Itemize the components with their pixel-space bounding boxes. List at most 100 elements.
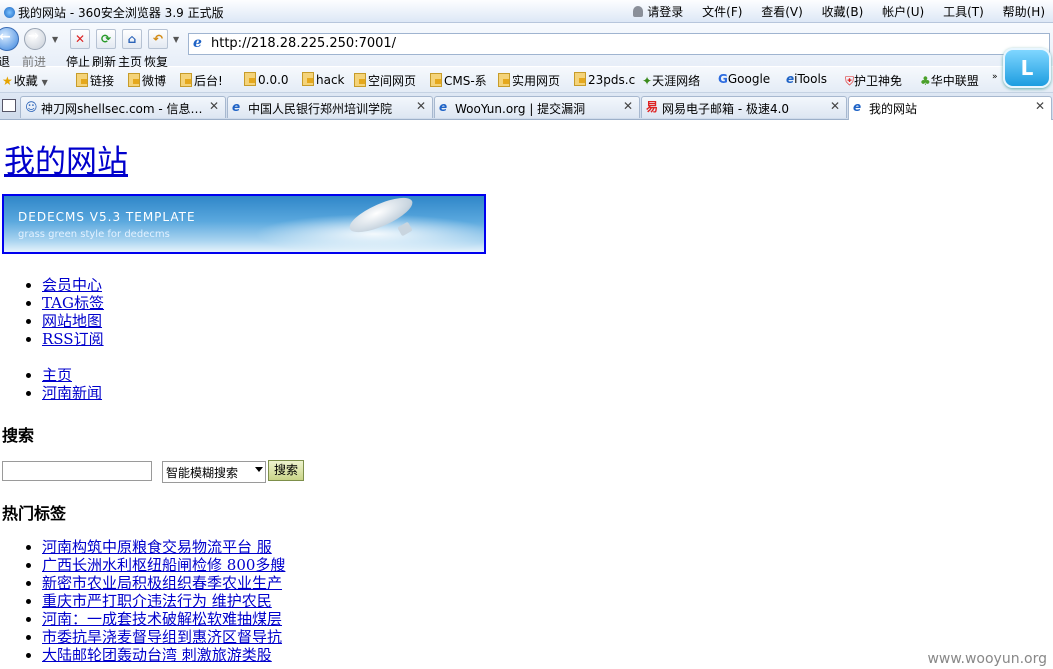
henan-news-link[interactable]: 河南新闻 xyxy=(42,384,102,402)
folder-icon xyxy=(574,72,586,86)
menu-tools[interactable]: 工具(T) xyxy=(943,5,984,19)
tab-wooyun[interactable]: e WooYun.org | 提交漏洞 ✕ xyxy=(434,96,640,118)
list-item: 主页 xyxy=(42,366,102,384)
ie-page-icon: e xyxy=(439,100,448,114)
site-banner[interactable]: DEDECMS V5.3 TEMPLATE grass green style … xyxy=(2,194,486,254)
refresh-icon[interactable]: ⟳ xyxy=(96,29,116,49)
hot-tags-heading: 热门标签 xyxy=(2,504,67,523)
list-item: 广西长洲水利枢纽船闸检修 800多艘 xyxy=(42,556,298,574)
favorites-menu[interactable]: ★收藏 ▼ xyxy=(2,72,48,89)
menu-view[interactable]: 查看(V) xyxy=(761,5,803,19)
tianya-icon: ✦ xyxy=(642,74,653,88)
tab-close-icon[interactable]: ✕ xyxy=(623,99,633,113)
menu-favorites[interactable]: 收藏(B) xyxy=(822,5,864,19)
tab-list-icon[interactable] xyxy=(2,99,16,112)
fav-label: 实用网页 xyxy=(512,74,561,88)
fav-label: 后台! xyxy=(194,74,223,88)
tab-pbc-zhengzhou[interactable]: e 中国人民银行郑州培训学院 ✕ xyxy=(227,96,433,118)
fav-label: 空间网页 xyxy=(368,74,417,88)
favorites-dropdown-icon: ▼ xyxy=(41,78,48,87)
sitemap-link[interactable]: 网站地图 xyxy=(42,312,102,330)
rss-link[interactable]: RSS订阅 xyxy=(42,330,104,348)
member-center-link[interactable]: 会员中心 xyxy=(42,276,102,294)
site-title-link[interactable]: 我的网站 xyxy=(4,136,128,181)
list-item: RSS订阅 xyxy=(42,330,104,348)
fav-label: 护卫神免 xyxy=(854,74,903,88)
tag-news-link[interactable]: 河南：一成套技术破解松软难抽煤层 xyxy=(42,610,298,628)
search-mode-value: 智能模糊搜索 xyxy=(166,466,239,480)
tab-label: 中国人民银行郑州培训学院 xyxy=(248,102,393,116)
l-badge-button[interactable]: L xyxy=(1003,48,1051,88)
fav-item-000[interactable]: 0.0.0 xyxy=(244,72,289,87)
browser-logo-icon xyxy=(4,7,15,18)
tag-news-link[interactable]: 河南构筑中原粮食交易物流平台 服 xyxy=(42,538,298,556)
fav-more-icon[interactable]: » xyxy=(992,72,998,82)
tag-news-link[interactable]: 大陆邮轮团轰动台湾 刺激旅游类股 xyxy=(42,646,298,664)
fav-label: 微博 xyxy=(142,74,167,88)
fav-item-cms[interactable]: CMS-系 xyxy=(430,72,487,89)
list-item: 河南新闻 xyxy=(42,384,102,402)
wooyun-watermark: www.wooyun.org xyxy=(927,651,1047,667)
ie-page-icon: e xyxy=(786,72,795,86)
address-bar[interactable]: e xyxy=(188,33,1050,55)
fav-label: iTools xyxy=(794,72,828,86)
fav-label: 0.0.0 xyxy=(258,73,289,87)
tag-news-link[interactable]: 新密市农业局积极组织春季农业生产 xyxy=(42,574,298,592)
menu-help[interactable]: 帮助(H) xyxy=(1003,5,1045,19)
google-icon: G xyxy=(718,72,728,86)
forward-button[interactable] xyxy=(24,28,46,50)
folder-icon xyxy=(302,72,314,86)
banner-subtitle: grass green style for dedecms xyxy=(18,229,170,240)
tab-close-icon[interactable]: ✕ xyxy=(1035,99,1045,113)
fav-item-huwei[interactable]: ⛨护卫神免 xyxy=(845,72,902,89)
back-button[interactable] xyxy=(0,27,19,51)
fav-item-space[interactable]: 空间网页 xyxy=(354,72,416,89)
folder-icon xyxy=(76,73,88,87)
restore-dropdown-icon[interactable]: ▼ xyxy=(173,35,179,44)
search-input[interactable] xyxy=(2,461,152,481)
tab-label: 我的网站 xyxy=(869,102,918,116)
fav-item-23pds[interactable]: 23pds.c xyxy=(574,72,635,87)
tag-news-link[interactable]: 市委抗旱浇麦督导组到惠济区督导抗 xyxy=(42,628,298,646)
list-item: 大陆邮轮团轰动台湾 刺激旅游类股 xyxy=(42,646,298,664)
fav-item-hack[interactable]: hack xyxy=(302,72,345,87)
tab-close-icon[interactable]: ✕ xyxy=(416,99,426,113)
smiley-icon: ☺ xyxy=(25,100,38,114)
tab-close-icon[interactable]: ✕ xyxy=(209,99,219,113)
stop-icon[interactable]: ✕ xyxy=(70,29,90,49)
fav-item-backend[interactable]: 后台! xyxy=(180,72,223,89)
list-item: 市委抗旱浇麦督导组到惠济区督导抗 xyxy=(42,628,298,646)
home-link[interactable]: 主页 xyxy=(42,366,72,384)
tab-shellsec[interactable]: ☺ 神刀网shellsec.com - 信息… ✕ xyxy=(20,96,226,118)
search-heading: 搜索 xyxy=(2,426,35,445)
address-input[interactable] xyxy=(211,35,811,52)
fav-label: Google xyxy=(727,72,771,86)
menu-bar: 请登录 文件(F) 查看(V) 收藏(B) 帐户(U) 工具(T) 帮助(H) xyxy=(618,3,1045,20)
tag-link[interactable]: TAG标签 xyxy=(42,294,104,312)
menu-account[interactable]: 帐户(U) xyxy=(882,5,924,19)
tab-close-icon[interactable]: ✕ xyxy=(830,99,840,113)
search-button[interactable]: 搜索 xyxy=(268,460,304,481)
tag-news-link[interactable]: 广西长洲水利枢纽船闸检修 800多艘 xyxy=(42,556,298,574)
fav-item-itools[interactable]: eiTools xyxy=(786,72,827,86)
fav-item-weibo[interactable]: 微博 xyxy=(128,72,166,89)
tag-news-link[interactable]: 重庆市严打职介违法行为 维护农民 xyxy=(42,592,298,610)
tab-label: 网易电子邮箱 - 极速4.0 xyxy=(662,102,790,116)
search-mode-select[interactable]: 智能模糊搜索 xyxy=(162,461,266,483)
login-link[interactable]: 请登录 xyxy=(633,5,683,19)
tab-my-site[interactable]: e 我的网站 ✕ xyxy=(848,96,1052,120)
fav-item-useful[interactable]: 实用网页 xyxy=(498,72,560,89)
menu-file[interactable]: 文件(F) xyxy=(702,5,742,19)
history-dropdown-icon[interactable]: ▼ xyxy=(52,35,58,44)
fav-item-links[interactable]: 链接 xyxy=(76,72,114,89)
restore-icon[interactable]: ↶ xyxy=(148,29,168,49)
fav-item-huazhong[interactable]: ♣华中联盟 xyxy=(920,72,979,89)
page-ie-icon: e xyxy=(193,35,202,51)
page-content: 我的网站 DEDECMS V5.3 TEMPLATE grass green s… xyxy=(0,122,1053,669)
home-icon[interactable]: ⌂ xyxy=(122,29,142,49)
fav-item-google[interactable]: GGoogle xyxy=(718,72,770,86)
fav-label: 23pds.c xyxy=(588,73,636,87)
tab-163-mail[interactable]: 易 网易电子邮箱 - 极速4.0 ✕ xyxy=(641,96,847,118)
list-item: 重庆市严打职介违法行为 维护农民 xyxy=(42,592,298,610)
fav-item-tianya[interactable]: ✦天涯网络 xyxy=(642,72,700,89)
